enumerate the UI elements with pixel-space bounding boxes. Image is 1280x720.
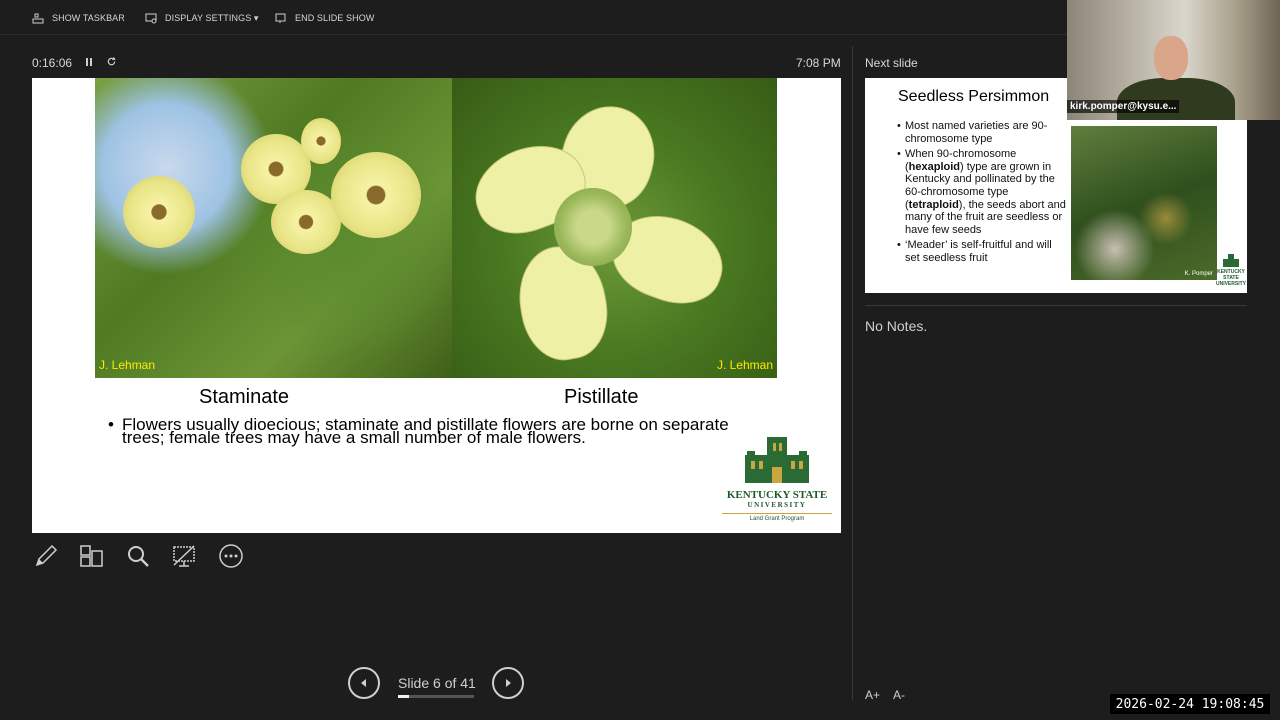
flower-image — [331, 152, 421, 238]
flower-image — [123, 176, 195, 248]
slide-bullet: • Flowers usually dioecious; staminate a… — [108, 415, 742, 447]
taskbar-icon — [32, 13, 44, 24]
castle-emblem — [745, 437, 809, 483]
ksu-logo-program: Land Grant Program — [722, 513, 832, 522]
elapsed-time: 0:16:06 — [32, 56, 73, 70]
photo-credit-left: J. Lehman — [99, 358, 156, 372]
triangle-left-icon — [361, 679, 366, 687]
webcam-participant-name: kirk.pomper@kysu.e... — [1067, 100, 1180, 113]
webcam-video: kirk.pomper@kysu.e... — [1067, 0, 1280, 120]
zoom-slide-button[interactable] — [123, 541, 153, 571]
current-slide[interactable]: J. Lehman J. Lehman Staminate Pistillate… — [32, 78, 841, 533]
recording-timestamp: 2026-02-24 19:08:45 — [1110, 694, 1270, 714]
show-taskbar-button[interactable]: SHOW TASKBAR — [32, 8, 125, 28]
increase-notes-font-button[interactable]: A+ — [865, 688, 880, 702]
castle-emblem — [1223, 254, 1239, 267]
staminate-flowers-photo: J. Lehman — [95, 78, 452, 378]
end-slide-show-button[interactable]: END SLIDE SHOW — [275, 8, 374, 28]
flower-center — [554, 188, 632, 266]
restart-timer-button[interactable] — [106, 56, 117, 70]
screen-off-icon — [173, 545, 195, 567]
magnifier-icon — [128, 546, 149, 567]
slide-progress-fill — [398, 695, 410, 698]
next-slide-logo-text: KENTUCKY STATE UNIVERSITY — [1215, 269, 1246, 287]
slide-progress-bar — [398, 695, 474, 698]
pause-icon — [86, 58, 93, 66]
see-all-slides-button[interactable] — [76, 541, 106, 571]
pane-divider[interactable] — [852, 46, 853, 700]
black-screen-button[interactable] — [169, 541, 199, 571]
next-slide-label: Next slide — [865, 56, 918, 70]
pen-icon — [35, 544, 58, 567]
bullet-dot: • — [108, 415, 114, 434]
presenter-head — [1154, 36, 1188, 80]
decrease-notes-font-button[interactable]: A- — [893, 688, 905, 702]
next-slide-bullet: Most named varieties are 90-chromosome t… — [897, 120, 1069, 145]
next-slide-logo: KENTUCKY STATE UNIVERSITY — [1215, 253, 1247, 287]
caption-pistillate: Pistillate — [564, 386, 639, 408]
restart-icon — [107, 57, 116, 66]
ksu-logo: KENTUCKY STATE UNIVERSITY Land Grant Pro… — [722, 433, 832, 525]
next-slide-bullet: When 90-chromosome (hexaploid) type are … — [897, 148, 1069, 236]
triangle-right-icon — [506, 679, 511, 687]
notes-divider — [865, 305, 1247, 306]
next-slide-title: Seedless Persimmon — [898, 88, 1050, 105]
slide-indicator[interactable]: Slide 6 of 41 — [398, 675, 476, 691]
more-options-icon — [219, 544, 243, 568]
end-show-icon — [275, 13, 286, 23]
current-time: 7:08 PM — [796, 56, 841, 70]
caption-staminate: Staminate — [199, 386, 290, 408]
show-taskbar-label: SHOW TASKBAR — [52, 13, 125, 23]
next-slide-photo-credit: K. Pomper — [1184, 271, 1213, 277]
pause-timer-button[interactable] — [84, 56, 94, 70]
next-slide-button[interactable] — [492, 667, 524, 699]
display-settings-icon — [145, 13, 157, 24]
previous-slide-button[interactable] — [348, 667, 380, 699]
display-settings-label: DISPLAY SETTINGS ▾ — [165, 12, 259, 23]
display-settings-button[interactable]: DISPLAY SETTINGS ▾ — [145, 8, 259, 28]
next-slide-bullet: ‘Meader’ is self-fruitful and will set s… — [897, 239, 1069, 264]
pen-tool-button[interactable] — [31, 541, 61, 571]
pistillate-flower-photo: J. Lehman — [452, 78, 777, 378]
presentation-timer: 0:16:06 — [32, 56, 117, 70]
end-slide-show-label: END SLIDE SHOW — [295, 13, 375, 23]
persimmon-tree-photo: K. Pomper — [1071, 126, 1217, 280]
speaker-notes[interactable]: No Notes. — [865, 318, 927, 334]
photo-credit-right: J. Lehman — [716, 358, 773, 372]
ksu-logo-name: KENTUCKY STATE — [726, 489, 828, 501]
next-slide-bullets: Most named varieties are 90-chromosome t… — [897, 120, 1069, 268]
more-options-button[interactable] — [216, 541, 246, 571]
bullet-text: Flowers usually dioecious; staminate and… — [122, 415, 729, 447]
grid-slides-icon — [80, 545, 103, 567]
presenter-body — [1117, 78, 1235, 120]
flower-image — [301, 118, 341, 164]
ksu-logo-university: UNIVERSITY — [747, 501, 807, 509]
